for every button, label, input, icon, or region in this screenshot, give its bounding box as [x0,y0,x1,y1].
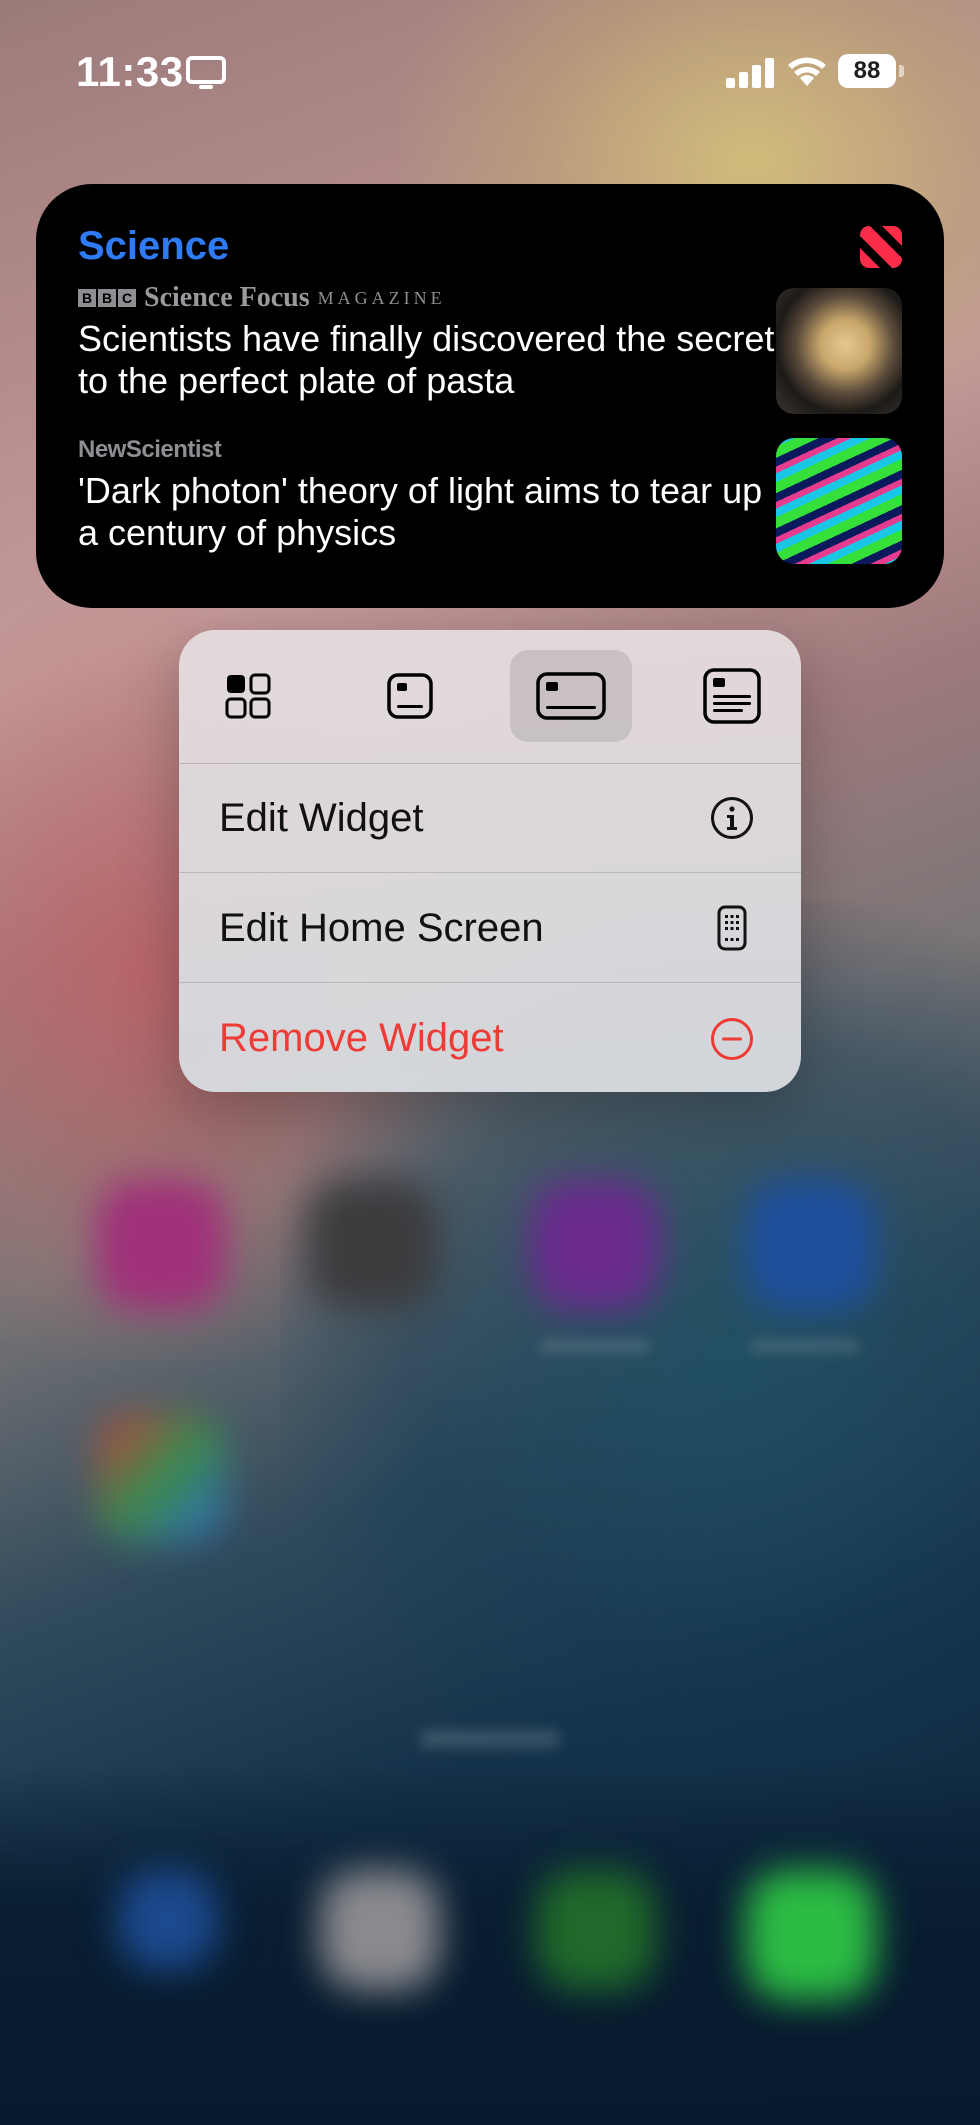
story-thumbnail [776,288,902,414]
widget-small-icon [387,673,433,719]
blurred-dock-icon [536,1870,656,1990]
size-small-button[interactable] [187,650,309,742]
blurred-label [750,1340,860,1352]
news-story[interactable]: NewScientist 'Dark photon' theory of lig… [78,436,778,554]
blurred-dock-icon [746,1870,876,2000]
widget-grid-icon [225,673,271,719]
phone-grid-icon [709,905,755,951]
source-name: Science Focus [144,282,310,313]
blurred-app-icon [96,1180,226,1310]
source-suffix: MAGAZINE [317,287,446,308]
edit-widget-button[interactable]: Edit Widget [179,764,801,873]
blurred-dock-icon [320,1870,440,1990]
widget-size-picker [179,630,801,764]
status-time: 11:33 [76,48,184,95]
screen-mirroring-icon [186,56,226,89]
apple-news-icon [860,226,902,268]
menu-item-label: Edit Widget [219,795,424,840]
status-bar: 11:33 88 [0,0,980,140]
news-widget[interactable]: Science BBC Science Focus MAGAZINE Scien… [36,184,944,608]
news-story[interactable]: BBC Science Focus MAGAZINE Scientists ha… [78,282,778,402]
blurred-label [540,1340,650,1352]
info-icon [709,795,755,841]
blurred-dock-icon [118,1870,218,1970]
wifi-icon [788,57,826,86]
widget-title: Science [78,224,230,268]
story-source: BBC Science Focus MAGAZINE [78,282,778,313]
size-large-button[interactable] [510,650,632,742]
size-medium-button[interactable] [349,650,471,742]
story-thumbnail [776,438,902,564]
battery-level: 88 [838,54,896,88]
minus-circle-icon [709,1016,755,1062]
widget-large-icon [703,668,761,724]
size-extra-large-button[interactable] [671,650,793,742]
remove-widget-button[interactable]: Remove Widget [179,984,801,1092]
menu-item-label: Remove Widget [219,1016,504,1060]
blurred-page-dots [420,1730,560,1748]
blurred-app-icon [308,1180,438,1310]
blurred-app-icon [96,1412,226,1542]
story-source: NewScientist [78,436,222,463]
blurred-app-icon [746,1180,876,1310]
blurred-app-icon [530,1180,660,1310]
battery-indicator: 88 [838,54,904,88]
bbc-logo: BBC [78,289,136,307]
edit-home-screen-button[interactable]: Edit Home Screen [179,874,801,983]
home-screen: 11:33 88 Science B B C Science Focus MAG… [0,0,980,2125]
cellular-signal-icon [726,58,774,88]
menu-item-label: Edit Home Screen [219,905,544,950]
battery-nub [899,65,904,77]
story-headline: 'Dark photon' theory of light aims to te… [78,470,763,553]
widget-medium-icon [536,672,606,720]
story-headline: Scientists have finally discovered the s… [78,318,775,401]
widget-context-menu: Edit Widget Edit Home Screen Remove Widg… [179,630,801,1092]
